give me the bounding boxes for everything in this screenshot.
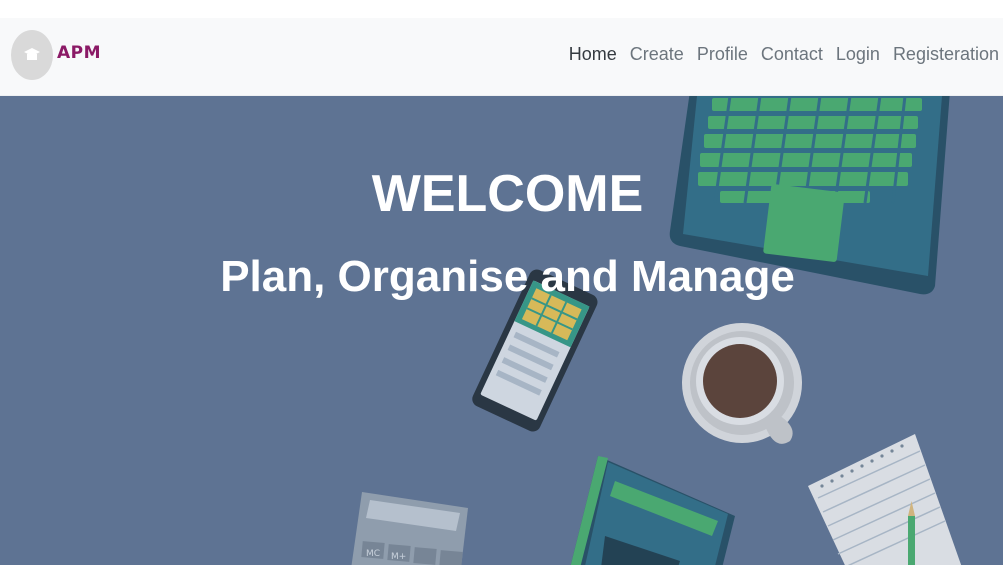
nav-link-contact[interactable]: Contact: [761, 44, 823, 65]
brand-logo-text[interactable]: APM: [57, 43, 101, 63]
nav-link-login[interactable]: Login: [836, 44, 880, 65]
top-margin: [0, 0, 1003, 18]
nav-link-create[interactable]: Create: [630, 44, 684, 65]
hero-subtitle: Plan, Organise and Manage: [220, 252, 795, 301]
navbar: APM Home Create Profile Contact Login Re…: [0, 18, 1003, 96]
nav-menu: Home Create Profile Contact Login Regist…: [569, 44, 999, 65]
hero-banner: MC M+ WELCOME Plan, Organise and Manage: [0, 96, 1003, 565]
nav-link-home[interactable]: Home: [569, 44, 617, 65]
nav-link-profile[interactable]: Profile: [697, 44, 748, 65]
nav-link-registration[interactable]: Registeration: [893, 44, 999, 65]
hero-title: WELCOME: [371, 165, 644, 223]
logo-icon[interactable]: [11, 30, 53, 80]
